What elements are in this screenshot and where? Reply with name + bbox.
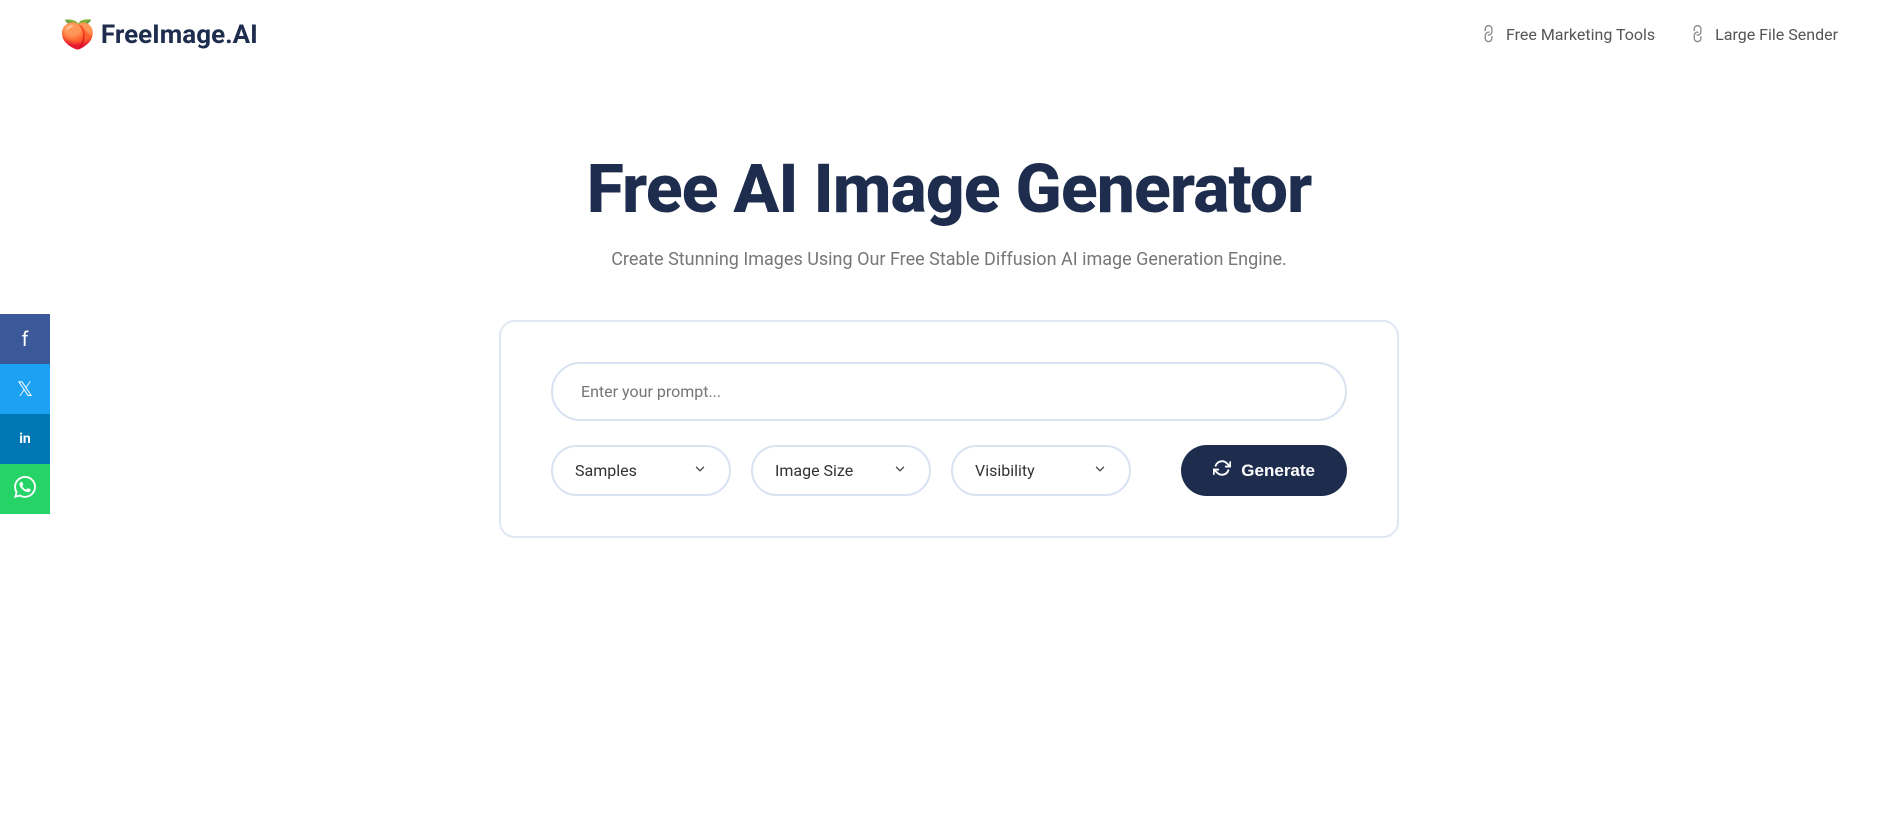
nav-large-file-sender[interactable]: Large File Sender (1691, 25, 1838, 45)
logo-icon: 🍑 (60, 18, 95, 51)
samples-chevron-icon (693, 462, 707, 479)
linkedin-icon: in (19, 431, 31, 447)
generator-card: Samples Image Size Visibility (499, 320, 1399, 538)
social-twitter-button[interactable]: 𝕏 (0, 364, 50, 414)
social-whatsapp-button[interactable] (0, 464, 50, 514)
image-size-label: Image Size (775, 461, 853, 480)
logo-text: FreeImage.AI (101, 20, 258, 50)
link-icon-2 (1686, 22, 1711, 47)
nav-large-file-label: Large File Sender (1715, 25, 1838, 44)
social-linkedin-button[interactable]: in (0, 414, 50, 464)
generate-label: Generate (1241, 461, 1315, 481)
whatsapp-icon (14, 476, 36, 503)
generate-button[interactable]: Generate (1181, 445, 1347, 496)
samples-dropdown[interactable]: Samples (551, 445, 731, 496)
social-facebook-button[interactable]: f (0, 314, 50, 364)
visibility-label: Visibility (975, 461, 1035, 480)
main-nav: Free Marketing Tools Large File Sender (1482, 25, 1838, 45)
twitter-icon: 𝕏 (17, 377, 33, 401)
controls-row: Samples Image Size Visibility (551, 445, 1347, 496)
facebook-icon: f (22, 327, 29, 351)
nav-free-marketing-label: Free Marketing Tools (1506, 25, 1655, 44)
image-size-chevron-icon (893, 462, 907, 479)
social-sidebar: f 𝕏 in (0, 314, 50, 514)
image-size-dropdown[interactable]: Image Size (751, 445, 931, 496)
hero-subtitle: Create Stunning Images Using Our Free St… (611, 249, 1287, 270)
main-content: Free AI Image Generator Create Stunning … (0, 69, 1898, 598)
prompt-input[interactable] (551, 362, 1347, 421)
generate-refresh-icon (1213, 459, 1231, 482)
samples-label: Samples (575, 461, 637, 480)
header: 🍑 FreeImage.AI Free Marketing Tools Larg… (0, 0, 1898, 69)
logo[interactable]: 🍑 FreeImage.AI (60, 18, 258, 51)
nav-free-marketing-tools[interactable]: Free Marketing Tools (1482, 25, 1655, 45)
link-icon-1 (1477, 22, 1502, 47)
visibility-dropdown[interactable]: Visibility (951, 445, 1131, 496)
hero-title: Free AI Image Generator (587, 149, 1312, 229)
visibility-chevron-icon (1093, 462, 1107, 479)
